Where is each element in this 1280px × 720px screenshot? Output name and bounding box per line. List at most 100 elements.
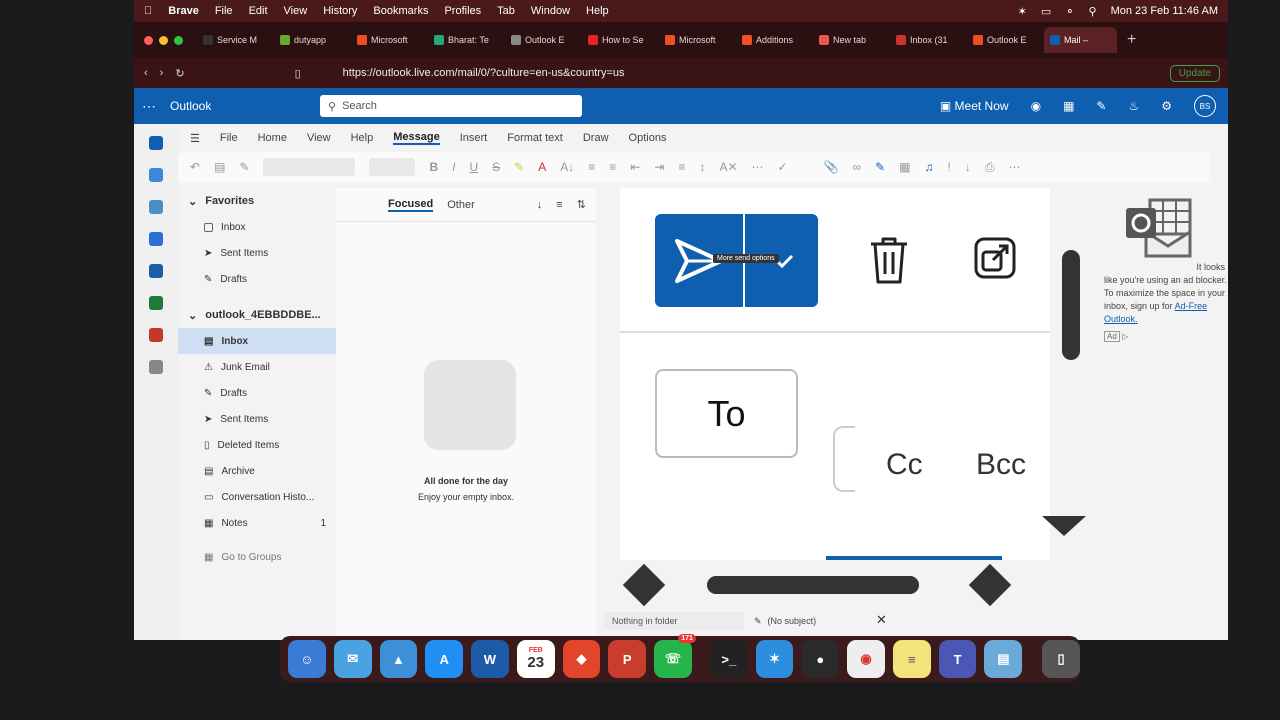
font-size-select[interactable] (369, 158, 416, 176)
line-spacing-icon[interactable]: ↕ (699, 160, 705, 174)
search-icon[interactable]: ⚲ (1089, 5, 1097, 18)
maximize-window-button[interactable] (174, 35, 183, 45)
arrow-down-icon[interactable]: ↓ (537, 199, 543, 211)
teams-app-icon[interactable]: T (938, 640, 977, 678)
mail-app-icon[interactable]: ✉ (333, 640, 372, 678)
browser-tab[interactable]: Service M (197, 27, 270, 53)
browser-tab[interactable]: dutyapp (274, 27, 347, 53)
browser-tab[interactable]: How to Se (582, 27, 655, 53)
whatsapp-icon[interactable]: ☏ 171 (654, 634, 696, 678)
bullets-icon[interactable]: ≡ (588, 160, 595, 174)
trash-icon[interactable] (865, 234, 913, 286)
tab-draw[interactable]: Draw (583, 132, 609, 144)
back-icon[interactable]: ‹ (144, 67, 148, 79)
powerpoint-app-icon[interactable]: P (608, 640, 647, 678)
folder-item[interactable]: ▯ Deleted Items (178, 432, 336, 458)
finder-icon[interactable]: ☺ (288, 640, 326, 678)
low-importance-icon[interactable]: ↓ (965, 160, 971, 174)
browser-tab[interactable]: Outlook E (505, 27, 578, 53)
trash-bin-icon[interactable]: ▯ (1042, 640, 1081, 678)
brave-icon[interactable]: ◆ (562, 640, 601, 678)
tab-insert[interactable]: Insert (460, 132, 488, 144)
search-box[interactable]: ⚲ Search (320, 95, 582, 117)
table-icon[interactable]: ▦ (899, 160, 910, 174)
app-icon[interactable]: ● (801, 640, 840, 678)
wifi-icon[interactable]: ⚬ (1065, 5, 1074, 18)
favorites-header[interactable]: ⌄ Favorites (178, 188, 336, 214)
decrease-indent-icon[interactable]: ⇤ (630, 160, 640, 174)
more-icon[interactable]: ⋯ (752, 160, 764, 174)
feedback-icon[interactable]: ✎ (1096, 99, 1106, 113)
notes-app-icon[interactable]: ≡ (892, 640, 931, 678)
signature-icon[interactable]: ✎ (875, 160, 885, 174)
terminal-icon[interactable]: >_ (709, 640, 748, 678)
fav-inbox[interactable]: Inbox (178, 214, 336, 240)
forward-icon[interactable]: › (160, 67, 164, 79)
bell-icon[interactable]: ♨ (1128, 99, 1139, 113)
account-header[interactable]: ⌄ outlook_4EBBDDBE... (178, 302, 336, 328)
undo-icon[interactable]: ↶ (190, 160, 200, 174)
menu-bookmarks[interactable]: Bookmarks (373, 5, 428, 17)
tab-help[interactable]: Help (351, 132, 374, 144)
scroll-down-arrow[interactable] (1042, 516, 1086, 536)
overflow-icon[interactable]: ⋯ (1008, 160, 1020, 174)
bcc-button[interactable]: Bcc (976, 448, 1026, 482)
clear-format-icon[interactable]: A✕ (719, 160, 737, 174)
word-icon[interactable] (149, 264, 163, 278)
editor-icon[interactable]: ✓ (778, 160, 788, 174)
menu-profiles[interactable]: Profiles (444, 5, 481, 17)
importance-icon[interactable]: ! (947, 160, 950, 174)
outlook-title[interactable]: Outlook (170, 99, 320, 113)
sort-icon[interactable]: ⇅ (577, 198, 586, 211)
app-launcher-icon[interactable]: ⋯ (134, 98, 164, 115)
menu-edit[interactable]: Edit (249, 5, 268, 17)
menu-file[interactable]: File (215, 5, 233, 17)
tab-file[interactable]: File (220, 132, 238, 144)
browser-tab[interactable]: Additions (736, 27, 809, 53)
tab-focused[interactable]: Focused (388, 198, 434, 212)
close-draft-icon[interactable]: ✕ (876, 612, 887, 628)
meet-now-button[interactable]: ▣ Meet Now (940, 99, 1009, 113)
scroll-right-handle[interactable] (968, 563, 1012, 607)
fav-drafts[interactable]: ✎ Drafts (178, 266, 336, 292)
clock[interactable]: Mon 23 Feb 11:46 AM (1111, 5, 1218, 17)
keynote-icon[interactable]: ▲ (379, 640, 418, 678)
folder-item[interactable]: ▭ Conversation Histo... (178, 484, 336, 510)
menu-window[interactable]: Window (531, 5, 570, 17)
font-color-icon[interactable]: A (538, 160, 546, 174)
align-icon[interactable]: ≡ (678, 160, 685, 174)
menu-view[interactable]: View (284, 5, 308, 17)
calendar-app-icon[interactable]: FEB 23 (516, 640, 555, 678)
go-to-groups-link[interactable]: ▦ Go to Groups (178, 544, 336, 570)
bluetooth-icon[interactable]: ✶ (1018, 5, 1027, 18)
hamburger-icon[interactable]: ☰ (190, 132, 200, 145)
tab-format-text[interactable]: Format text (507, 132, 563, 144)
italic-icon[interactable]: I (452, 160, 455, 174)
tab-home[interactable]: Home (258, 132, 287, 144)
increase-indent-icon[interactable]: ⇥ (654, 160, 664, 174)
draft-tab[interactable]: ✎ (No subject) (754, 612, 894, 630)
format-painter-icon[interactable]: ✎ (239, 160, 249, 174)
chrome-icon[interactable]: ◉ (847, 640, 885, 678)
horizontal-scrollbar[interactable] (707, 576, 919, 594)
app-menu[interactable]: Brave (168, 5, 199, 17)
mail-icon[interactable] (149, 136, 163, 150)
folder-item[interactable]: ➤ Sent Items (178, 406, 336, 432)
app-store-icon[interactable]: A (425, 640, 464, 678)
new-tab-button[interactable]: + (1127, 31, 1136, 49)
reload-icon[interactable]: ↻ (175, 67, 184, 80)
avatar[interactable]: BS (1194, 95, 1216, 117)
calendar-icon[interactable] (149, 168, 163, 182)
browser-tab[interactable]: Inbox (31 (890, 27, 963, 53)
excel-icon[interactable] (149, 296, 163, 310)
scroll-left-handle[interactable] (622, 563, 666, 607)
more-apps-icon[interactable] (149, 360, 163, 374)
fav-sent-items[interactable]: ➤ Sent Items (178, 240, 336, 266)
folder-item[interactable]: ✎ Drafts (178, 380, 336, 406)
tab-view[interactable]: View (307, 132, 331, 144)
to-button[interactable]: To (655, 369, 798, 458)
folder-item[interactable]: ⚠ Junk Email (178, 354, 336, 380)
bookmark-icon[interactable]: ▯ (295, 67, 301, 80)
todo-icon[interactable] (149, 232, 163, 246)
clipboard-icon[interactable]: ▤ (214, 160, 225, 174)
